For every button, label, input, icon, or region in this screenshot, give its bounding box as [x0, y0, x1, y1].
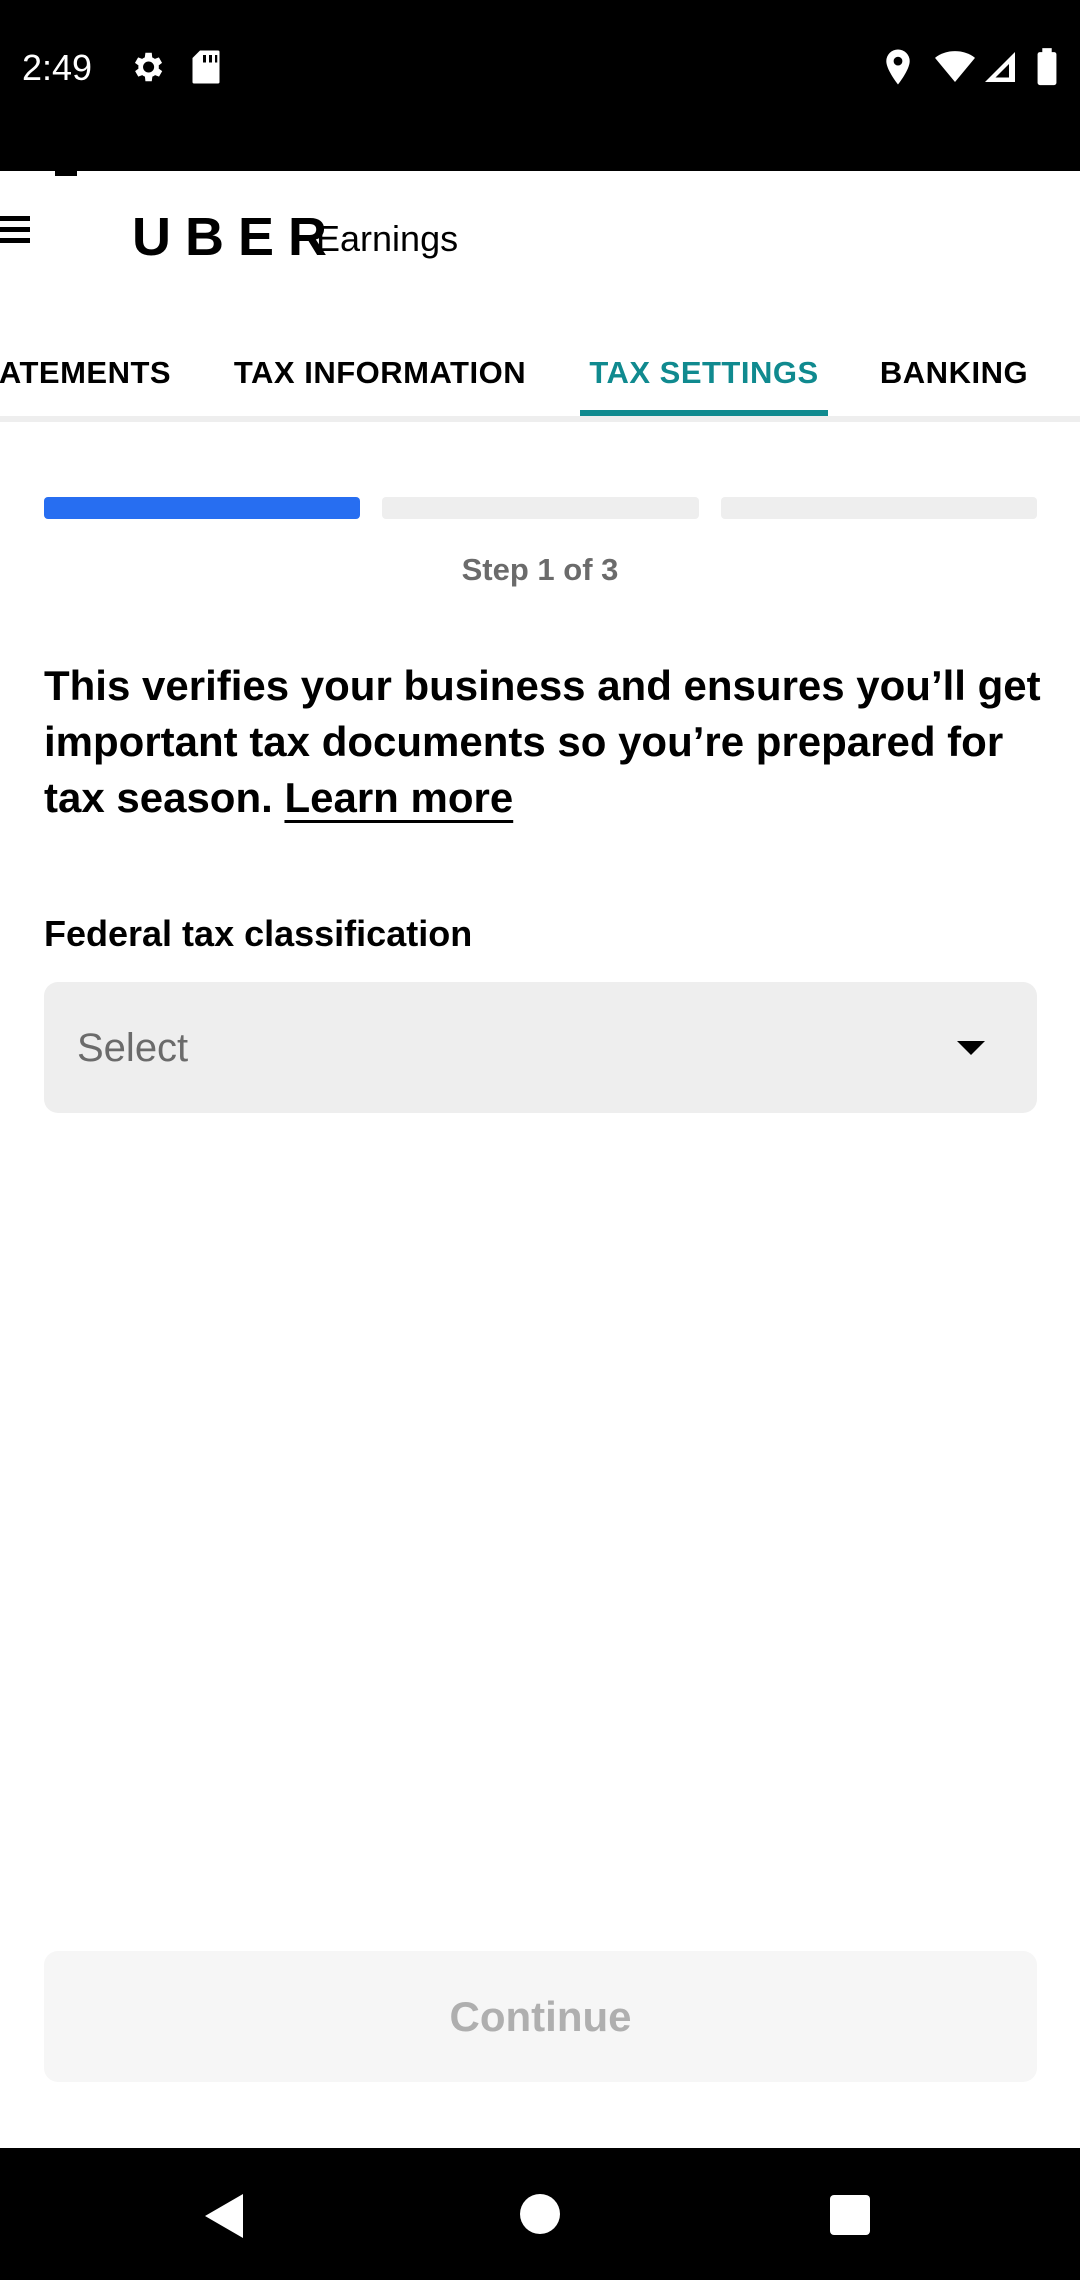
sd-card-icon: [186, 47, 226, 87]
location-icon: [878, 47, 918, 87]
progress-step-2: [382, 497, 699, 519]
description: This verifies your business and ensures …: [44, 658, 1044, 826]
field-label: Federal tax classification: [44, 913, 473, 954]
tab-tax-settings[interactable]: TAX SETTINGS: [580, 330, 828, 416]
menu-button[interactable]: [0, 209, 40, 249]
status-time: 2:49: [22, 47, 93, 88]
tab-tax-information[interactable]: TAX INFORMATION: [230, 330, 530, 416]
continue-button[interactable]: Continue: [44, 1951, 1037, 2082]
signal-icon: [980, 47, 1020, 87]
uber-logo: UBER: [132, 207, 342, 267]
recents-icon[interactable]: [830, 2195, 870, 2235]
nav-bar: [0, 2148, 1080, 2280]
wifi-icon: [935, 47, 975, 87]
tab-statements[interactable]: ATEMENTS: [0, 330, 171, 416]
description-text: This verifies your business and ensures …: [44, 662, 1041, 821]
status-bar: 2:49: [0, 0, 1080, 171]
back-icon[interactable]: [205, 2194, 243, 2238]
progress-step-3: [721, 497, 1037, 519]
tab-bar: ATEMENTS TAX INFORMATION TAX SETTINGS BA…: [0, 330, 1080, 422]
select-value: Select: [77, 1026, 189, 1070]
progress-step-1: [44, 497, 360, 519]
hamburger-line: [0, 215, 30, 221]
tax-classification-select[interactable]: Select: [44, 982, 1037, 1113]
header-notch: [55, 171, 77, 176]
step-label: Step 1 of 3: [461, 552, 619, 587]
hamburger-line: [0, 237, 30, 243]
battery-icon: [1027, 47, 1067, 87]
learn-more-link[interactable]: Learn more: [284, 774, 513, 821]
app-header: UBER Earnings: [0, 171, 1080, 301]
tab-banking[interactable]: BANKING: [876, 330, 1032, 416]
hamburger-line: [0, 226, 30, 232]
settings-icon: [127, 47, 167, 87]
tab-active-indicator: [580, 410, 828, 416]
brand-earnings: Earnings: [316, 218, 459, 259]
chevron-down-icon: [957, 1041, 985, 1055]
home-icon[interactable]: [520, 2194, 560, 2234]
